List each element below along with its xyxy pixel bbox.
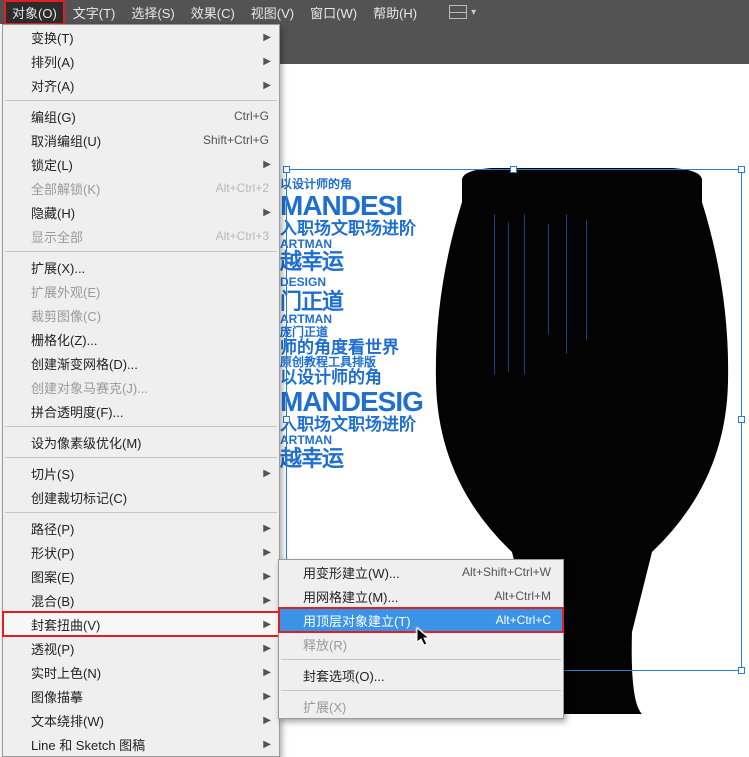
chevron-right-icon: ▶ — [263, 571, 271, 582]
menu-item-19[interactable]: 设为像素级优化(M) — [3, 430, 279, 454]
menu-item-28[interactable]: 封套扭曲(V)▶ — [3, 612, 279, 636]
menu-item-17[interactable]: 拼合透明度(F)... — [3, 399, 279, 423]
menu-item-15[interactable]: 创建渐变网格(D)... — [3, 351, 279, 375]
menu-effect[interactable]: 效果(C) — [183, 0, 243, 25]
menu-item-9: 显示全部Alt+Ctrl+3 — [3, 224, 279, 248]
menu-item-24[interactable]: 路径(P)▶ — [3, 516, 279, 540]
menu-select[interactable]: 选择(S) — [123, 0, 182, 25]
chevron-right-icon: ▶ — [263, 468, 271, 479]
menu-item-1[interactable]: 排列(A)▶ — [3, 49, 279, 73]
menu-help[interactable]: 帮助(H) — [365, 0, 425, 25]
menu-item-7: 全部解锁(K)Alt+Ctrl+2 — [3, 176, 279, 200]
menu-item-21[interactable]: 切片(S)▶ — [3, 461, 279, 485]
menu-item-12: 扩展外观(E) — [3, 279, 279, 303]
menu-item-6[interactable]: 锁定(L)▶ — [3, 152, 279, 176]
chevron-right-icon: ▶ — [263, 595, 271, 606]
menu-item-30[interactable]: 实时上色(N)▶ — [3, 660, 279, 684]
cursor-icon — [416, 627, 430, 647]
object-menu-dropdown: 变换(T)▶排列(A)▶对齐(A)▶ 编组(G)Ctrl+G取消编组(U)Shif… — [2, 24, 280, 757]
chevron-down-icon[interactable]: ▾ — [471, 7, 476, 18]
handle-mid-right[interactable] — [738, 416, 745, 423]
menubar: 对象(O) 文字(T) 选择(S) 效果(C) 视图(V) 窗口(W) 帮助(H… — [0, 0, 749, 24]
submenu-item-0[interactable]: 用变形建立(W)...Alt+Shift+Ctrl+W — [279, 560, 563, 584]
submenu-item-1[interactable]: 用网格建立(M)...Alt+Ctrl+M — [279, 584, 563, 608]
menu-item-26[interactable]: 图案(E)▶ — [3, 564, 279, 588]
chevron-right-icon: ▶ — [263, 207, 271, 218]
chevron-right-icon: ▶ — [263, 523, 271, 534]
menu-item-29[interactable]: 透视(P)▶ — [3, 636, 279, 660]
submenu-item-7: 扩展(X) — [279, 694, 563, 718]
menu-item-25[interactable]: 形状(P)▶ — [3, 540, 279, 564]
chevron-right-icon: ▶ — [263, 159, 271, 170]
chevron-right-icon: ▶ — [263, 619, 271, 630]
handle-mid-top[interactable] — [510, 166, 517, 173]
chevron-right-icon: ▶ — [263, 715, 271, 726]
handle-top-left[interactable] — [283, 166, 290, 173]
chevron-right-icon: ▶ — [263, 643, 271, 654]
chevron-right-icon: ▶ — [263, 80, 271, 91]
chevron-right-icon: ▶ — [263, 547, 271, 558]
menu-item-0[interactable]: 变换(T)▶ — [3, 25, 279, 49]
chevron-right-icon: ▶ — [263, 667, 271, 678]
menu-item-33[interactable]: Line 和 Sketch 图稿▶ — [3, 732, 279, 756]
submenu-item-5[interactable]: 封套选项(O)... — [279, 663, 563, 687]
chevron-right-icon: ▶ — [263, 691, 271, 702]
chevron-right-icon: ▶ — [263, 56, 271, 67]
menu-item-27[interactable]: 混合(B)▶ — [3, 588, 279, 612]
layout-icon[interactable] — [449, 5, 467, 19]
menu-item-32[interactable]: 文本绕排(W)▶ — [3, 708, 279, 732]
menu-item-11[interactable]: 扩展(X)... — [3, 255, 279, 279]
menu-view[interactable]: 视图(V) — [243, 0, 302, 25]
handle-top-right[interactable] — [738, 166, 745, 173]
menu-item-22[interactable]: 创建裁切标记(C) — [3, 485, 279, 509]
menu-item-2[interactable]: 对齐(A)▶ — [3, 73, 279, 97]
menu-item-13: 裁剪图像(C) — [3, 303, 279, 327]
menu-object[interactable]: 对象(O) — [4, 0, 65, 25]
menu-item-31[interactable]: 图像描摹▶ — [3, 684, 279, 708]
chevron-right-icon: ▶ — [263, 739, 271, 750]
menu-item-5[interactable]: 取消编组(U)Shift+Ctrl+G — [3, 128, 279, 152]
menu-text[interactable]: 文字(T) — [65, 0, 124, 25]
artboard-bg — [280, 24, 749, 64]
menu-item-8[interactable]: 隐藏(H)▶ — [3, 200, 279, 224]
menu-item-14[interactable]: 栅格化(Z)... — [3, 327, 279, 351]
menu-item-16: 创建对象马赛克(J)... — [3, 375, 279, 399]
handle-mid-left[interactable] — [283, 416, 290, 423]
menu-window[interactable]: 窗口(W) — [302, 0, 365, 25]
chevron-right-icon: ▶ — [263, 32, 271, 43]
handle-bottom-right[interactable] — [738, 667, 745, 674]
menu-item-4[interactable]: 编组(G)Ctrl+G — [3, 104, 279, 128]
